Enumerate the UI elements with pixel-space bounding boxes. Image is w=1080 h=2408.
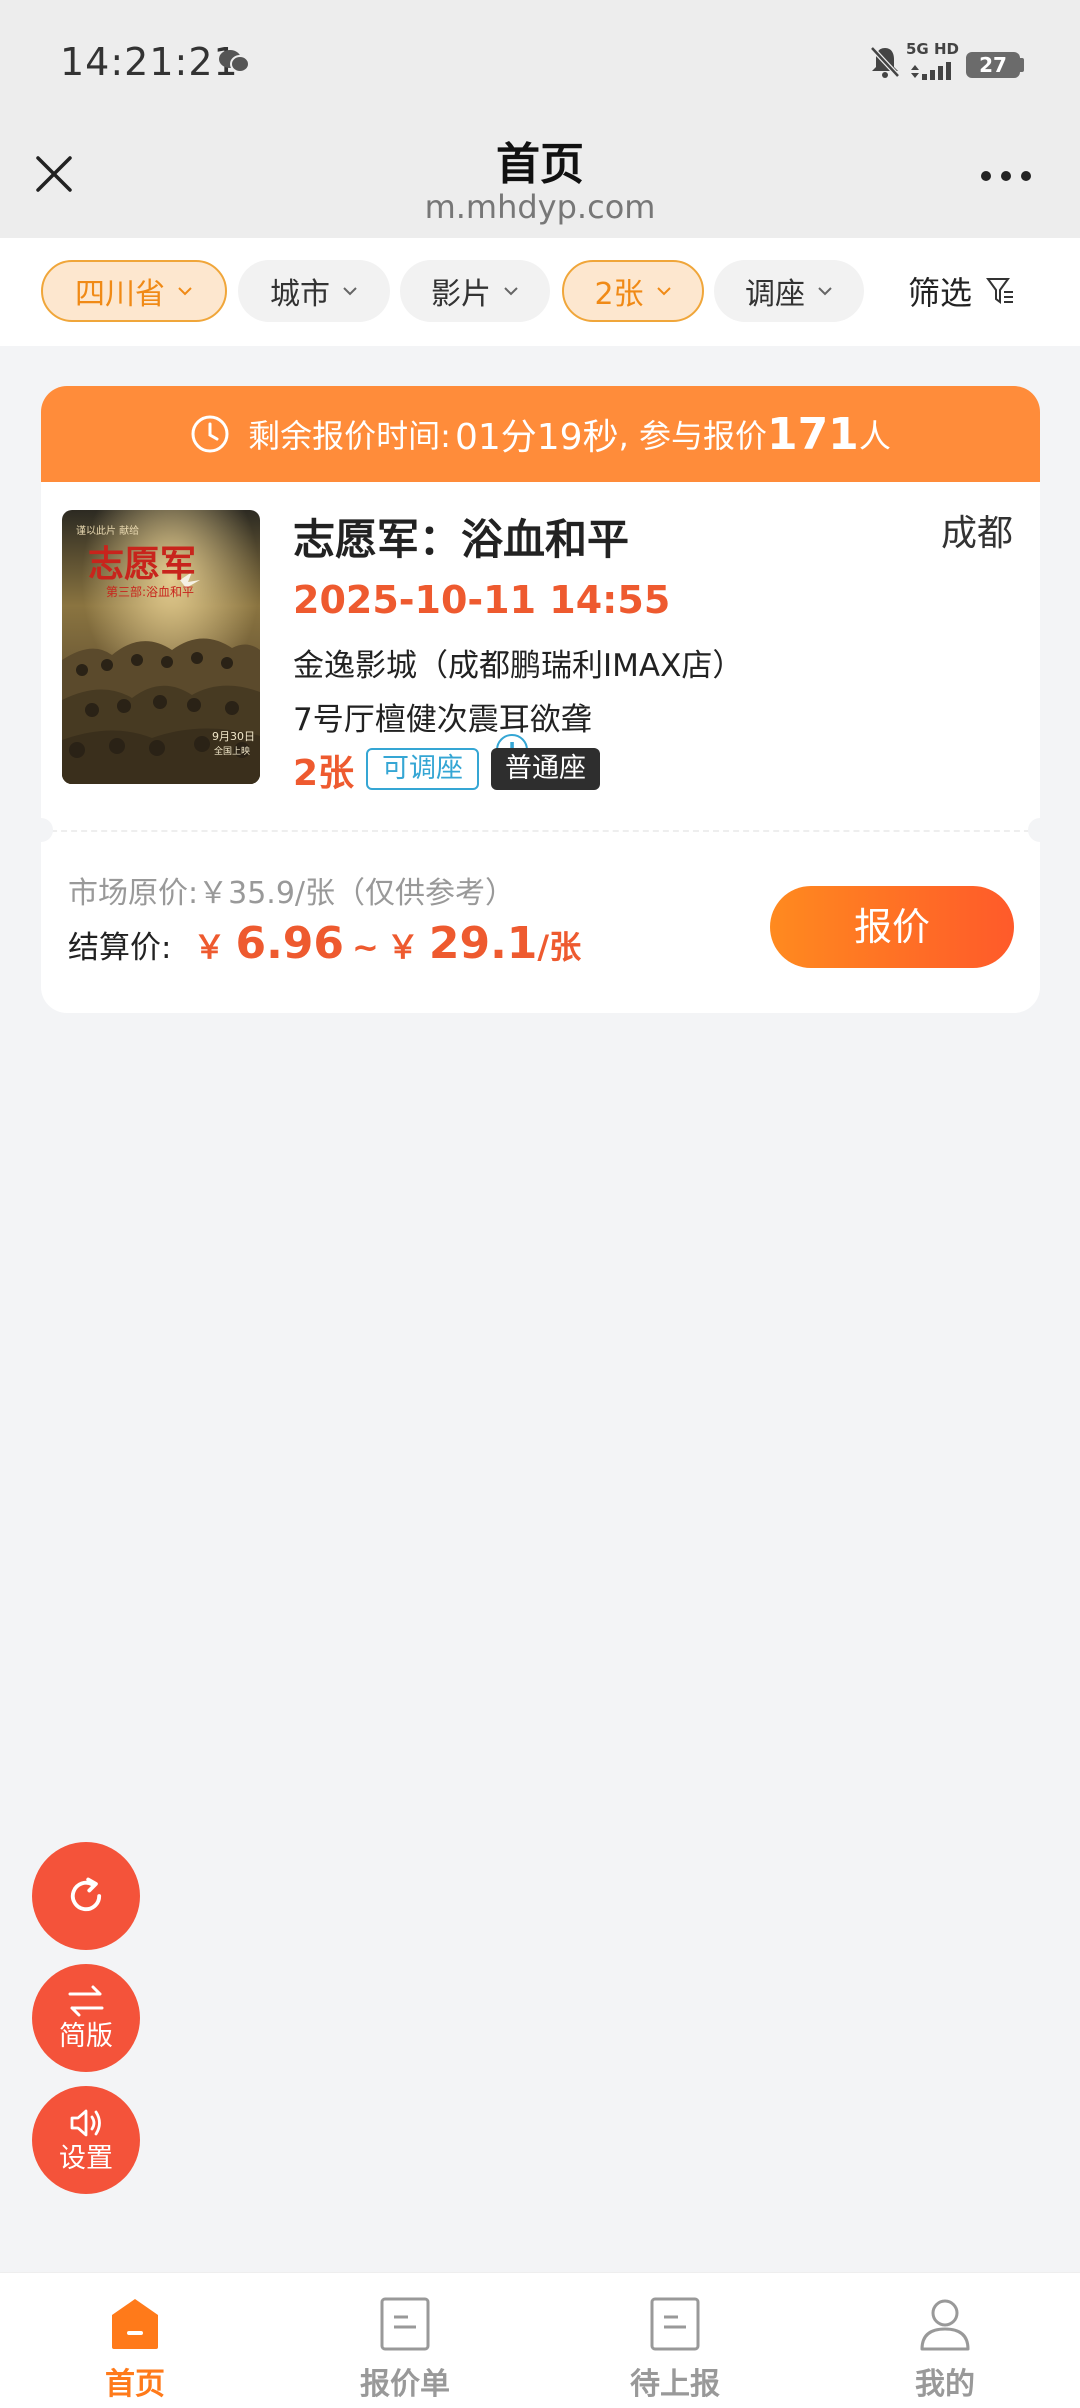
movie-city: 成都 <box>941 513 1014 554</box>
filter-bar: 四川省 城市 影片 2张 调座 筛选 <box>0 238 1080 346</box>
tab-profile-label: 我的 <box>915 2367 975 2402</box>
countdown-value: 01分19秒 <box>454 417 619 458</box>
tab-quotes-label: 报价单 <box>360 2367 450 2402</box>
clock-icon <box>191 415 229 453</box>
chevron-down-icon <box>178 287 192 296</box>
tab-quotes[interactable]: 报价单 <box>270 2273 540 2408</box>
battery-cap <box>1020 58 1024 72</box>
filter-city[interactable]: 城市 <box>238 260 390 322</box>
filter-seat-adjust-label: 调座 <box>745 277 805 312</box>
battery-icon: 27 <box>966 52 1020 78</box>
home-icon <box>112 2299 158 2349</box>
hall-name: 7号厅檀健次震耳欲聋 <box>293 702 592 738</box>
simple-mode-label: 简版 <box>59 2021 113 2052</box>
movie-title: 志愿军：浴血和平 <box>293 515 630 564</box>
page-title: 首页 <box>496 139 584 190</box>
settlement-label: 结算价: <box>68 930 172 966</box>
poster-title: 志愿军 <box>88 543 196 585</box>
cinema-name: 金逸影城（成都鹏瑞利IMAX店） <box>293 648 744 684</box>
filter-province-label: 四川省 <box>75 277 165 312</box>
network-label: 5G HD <box>906 40 959 58</box>
chevron-down-icon <box>343 287 357 296</box>
refresh-button[interactable] <box>32 1842 140 1950</box>
chevron-down-icon <box>656 287 671 296</box>
price-unit: /张 <box>537 928 582 966</box>
filter-city-label: 城市 <box>270 277 330 312</box>
filter-province[interactable]: 四川省 <box>41 260 227 322</box>
card-header: 剩余报价时间: 01分19秒 , 参与报价 171 人 <box>41 386 1040 482</box>
currency-symbol: ￥ <box>386 928 419 966</box>
card-body: 谨以此片 献给 志愿军 第三部:浴血和平 9月30日 全国上映 志愿军：浴血和平… <box>29 482 1052 1013</box>
speaker-icon <box>70 2109 101 2137</box>
poster-line1: 谨以此片 献给 <box>76 524 139 537</box>
price-min: 6.96 <box>235 918 345 969</box>
network-indicator: 5G HD <box>906 40 959 82</box>
tab-home[interactable]: 首页 <box>0 2273 270 2408</box>
status-bar: 14:21:21 5G HD 27 <box>0 0 1080 128</box>
movie-poster: 谨以此片 献给 志愿军 第三部:浴血和平 9月30日 全国上映 <box>62 510 260 784</box>
wechat-notification-icon <box>219 50 250 73</box>
nav-bar: 首页 m.mhdyp.com <box>0 128 1080 238</box>
participants-label: , 参与报价 <box>618 417 767 455</box>
filter-ticket-count[interactable]: 2张 <box>562 260 704 322</box>
document-icon <box>650 2297 700 2351</box>
settings-label: 设置 <box>59 2143 113 2174</box>
tab-pending-label: 待上报 <box>630 2367 720 2402</box>
bell-muted-icon <box>870 46 900 78</box>
market-price: 市场原价:￥35.9/张（仅供参考） <box>68 876 516 911</box>
poster-subtitle: 第三部:浴血和平 <box>106 584 194 599</box>
currency-symbol: ￥ <box>193 928 226 966</box>
document-icon <box>380 2297 430 2351</box>
filter-ticket-count-label: 2张 <box>594 277 644 312</box>
funnel-icon <box>986 278 1014 304</box>
filter-button-label: 筛选 <box>908 274 973 312</box>
filter-button[interactable]: 筛选 <box>908 260 1014 322</box>
user-icon <box>920 2299 970 2351</box>
tab-home-label: 首页 <box>105 2367 165 2402</box>
price-range-separator: ~ <box>352 928 379 966</box>
battery-level: 27 <box>979 53 1007 77</box>
swap-icon <box>68 1985 104 2017</box>
page-url: m.mhdyp.com <box>424 188 656 226</box>
filter-seat-adjust[interactable]: 调座 <box>714 260 864 322</box>
settlement-price: 结算价: ￥ 6.96 ~ ￥ 29.1 /张 <box>68 918 581 969</box>
card-notch-left <box>29 818 53 842</box>
seat-adjustable-tag: 可调座 <box>366 748 479 790</box>
listing-card[interactable]: 剩余报价时间: 01分19秒 , 参与报价 171 人 谨以此片 献给 志愿军 … <box>29 386 1052 1013</box>
refresh-icon <box>70 1877 102 1912</box>
seat-type-tag: 普通座 <box>491 748 600 790</box>
chevron-down-icon <box>504 287 518 296</box>
filter-movie[interactable]: 影片 <box>400 260 550 322</box>
chevron-down-icon <box>818 287 832 296</box>
card-notch-right <box>1028 818 1052 842</box>
card-divider <box>41 830 1040 832</box>
filter-movie-label: 影片 <box>431 277 491 312</box>
poster-tagline: 全国上映 <box>214 745 250 757</box>
status-time: 14:21:21 <box>60 40 239 84</box>
participants-count: 171 <box>766 408 859 460</box>
quote-button[interactable]: 报价 <box>770 886 1014 968</box>
ticket-count: 2张 <box>293 753 355 794</box>
tab-pending[interactable]: 待上报 <box>540 2273 810 2408</box>
signal-bars-icon <box>911 62 951 80</box>
tab-profile[interactable]: 我的 <box>810 2273 1080 2408</box>
participants-unit: 人 <box>858 417 891 455</box>
settings-button[interactable]: 设置 <box>32 2086 140 2194</box>
movie-poster-image: 谨以此片 献给 志愿军 第三部:浴血和平 9月30日 全国上映 <box>62 510 260 784</box>
poster-date: 9月30日 <box>212 730 255 743</box>
price-max: 29.1 <box>428 918 538 969</box>
showtime: 2025-10-11 14:55 <box>293 578 671 622</box>
simple-mode-button[interactable]: 简版 <box>32 1964 140 2072</box>
countdown-label: 剩余报价时间: <box>248 417 451 455</box>
bottom-tab-bar: 首页 报价单 待上报 我的 <box>0 2272 1080 2408</box>
more-options-icon[interactable] <box>980 168 1032 184</box>
